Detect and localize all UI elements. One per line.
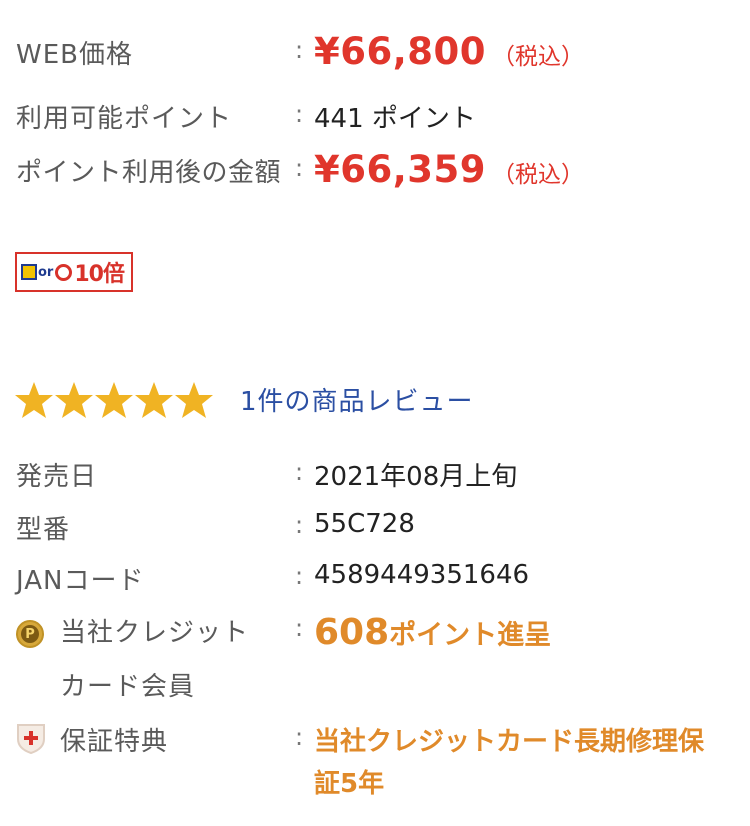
release-date-value: 2021年08月上旬 (314, 462, 518, 492)
d-point-icon (55, 263, 73, 281)
jan-code-value: 4589449351646 (314, 560, 530, 590)
available-points-label: 利用可能ポイント (16, 104, 233, 134)
available-points-value: 441 ポイント (314, 104, 476, 134)
rating-stars (14, 378, 214, 422)
badge-multiplier: 10倍 (74, 262, 125, 287)
after-points-label: ポイント利用後の金額 (16, 158, 282, 188)
credit-member-label-line2: カード会員 (60, 672, 196, 702)
warranty-line-2: 証5年 (314, 769, 385, 799)
web-price-label: WEB価格 (16, 40, 133, 70)
star-icon (175, 382, 213, 418)
separator-colon: : (295, 154, 304, 182)
model-number-label: 型番 (16, 515, 71, 545)
credit-points-value: 608ポイント進呈 (314, 612, 551, 653)
separator-colon: : (295, 614, 304, 642)
separator-colon: : (295, 458, 304, 486)
separator-colon: : (295, 723, 304, 751)
web-price-tax: （税込） (492, 44, 585, 70)
after-points-tax: （税込） (492, 162, 585, 188)
point-multiplier-badge: or 10倍 (15, 252, 133, 292)
release-date-label: 発売日 (16, 462, 98, 492)
separator-colon: : (295, 562, 304, 590)
star-icon (95, 382, 133, 418)
star-icon (15, 382, 53, 418)
jan-code-label: JANコード (16, 566, 145, 596)
after-points-amount: ¥66,359 (314, 148, 487, 191)
point-coin-icon: P (16, 620, 44, 648)
separator-colon: : (295, 511, 304, 539)
credit-points-number: 608 (314, 612, 390, 653)
credit-member-label-line1: 当社クレジット (60, 618, 250, 648)
warranty-line-1: 当社クレジットカード長期修理保 (314, 727, 705, 757)
credit-points-suffix: ポイント進呈 (389, 620, 552, 651)
separator-colon: : (295, 36, 304, 64)
after-points-value: ¥66,359 （税込） (314, 148, 584, 191)
warranty-label: 保証特典 (60, 727, 169, 757)
t-point-icon (21, 264, 37, 280)
web-price-amount: ¥66,800 (314, 30, 487, 73)
badge-or-text: or (38, 264, 54, 280)
web-price-value: ¥66,800 （税込） (314, 30, 584, 73)
model-number-value: 55C728 (314, 509, 415, 539)
separator-colon: : (295, 100, 304, 128)
shield-plus-icon (17, 724, 45, 754)
star-icon (135, 382, 173, 418)
star-icon (55, 382, 93, 418)
product-review-link[interactable]: 1件の商品レビュー (240, 381, 474, 418)
